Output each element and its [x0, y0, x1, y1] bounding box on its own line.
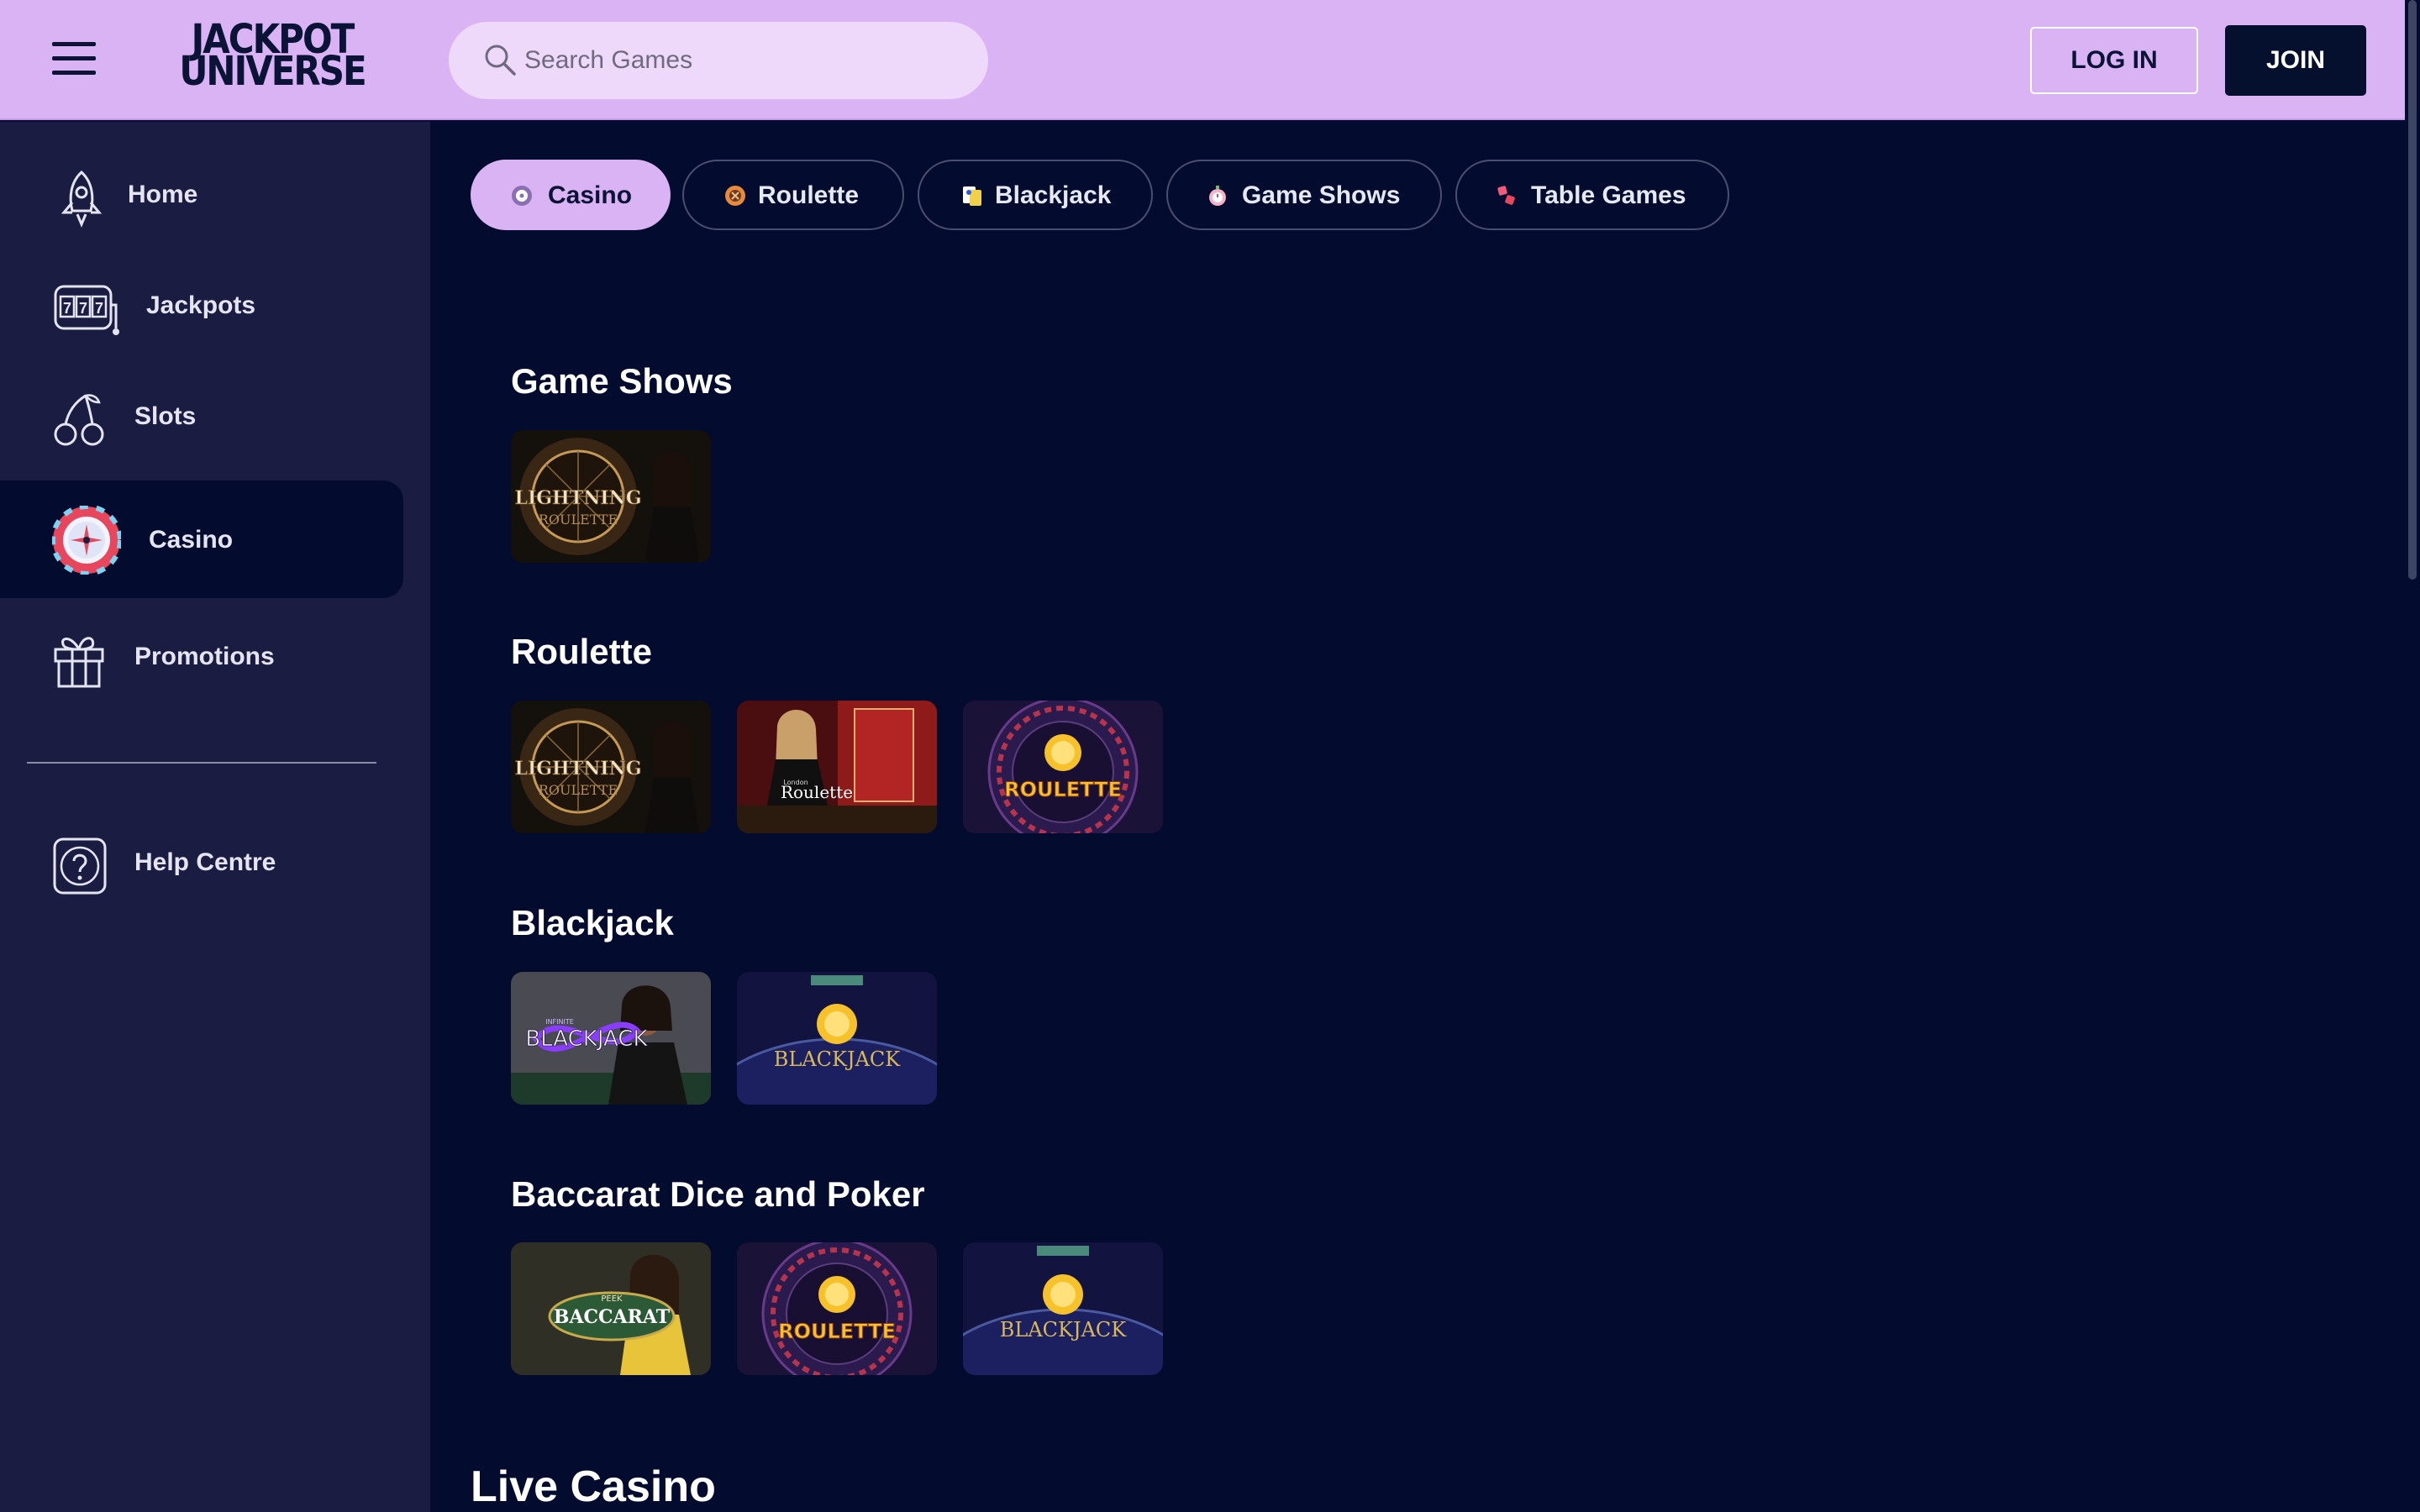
cards-icon [963, 186, 981, 206]
section-title-blackjack: Blackjack [511, 903, 674, 942]
sidebar-item-promotions[interactable]: Promotions [0, 601, 403, 718]
section-title-roulette: Roulette [511, 632, 652, 671]
sidebar: Home 7 7 7 Jackpots Slots Casino Promoti… [0, 122, 430, 1512]
sidebar-item-casino[interactable]: Casino [0, 480, 403, 598]
game-art-text: BACCARAT [554, 1306, 671, 1328]
game-art-text: BLACKJACK [525, 1026, 648, 1052]
tab-roulette[interactable]: Roulette [682, 160, 904, 230]
svg-text:7: 7 [95, 300, 103, 317]
tab-game-shows[interactable]: Game Shows [1166, 160, 1442, 230]
dice-icon [1497, 186, 1515, 205]
game-tile-blackjack[interactable]: BLACKJACK [737, 972, 937, 1105]
sidebar-divider [27, 762, 376, 764]
search-bar[interactable] [449, 22, 988, 99]
logo-line-2: UNIVERSE [179, 47, 366, 95]
section-title-live-casino: Live Casino [471, 1462, 716, 1511]
section-title-baccarat-dice-poker: Baccarat Dice and Poker [511, 1174, 925, 1214]
game-art-subtext: ROULETTE [539, 782, 618, 798]
svg-text:7: 7 [63, 300, 71, 317]
roulette-chip-icon [725, 186, 745, 206]
help-icon [53, 837, 107, 895]
menu-icon[interactable] [52, 42, 96, 76]
sidebar-item-label: Casino [149, 526, 234, 554]
top-header: JACKPOT UNIVERSE LOG IN JOIN [0, 0, 2420, 120]
game-art-subtext: ROULETTE [539, 512, 618, 528]
tab-casino[interactable]: Casino [471, 160, 671, 230]
svg-text:7: 7 [79, 300, 87, 317]
game-tile-roulette[interactable]: ROULETTE [737, 1242, 937, 1375]
stopwatch-icon [1209, 186, 1226, 206]
roulette-wheel-icon [52, 506, 121, 575]
sidebar-item-label: Help Centre [134, 848, 276, 876]
sidebar-item-help-centre[interactable]: Help Centre [0, 806, 403, 924]
sidebar-item-jackpots[interactable]: 7 7 7 Jackpots [0, 249, 403, 367]
game-art-text: LIGHTNING [514, 758, 641, 780]
sidebar-item-label: Jackpots [146, 291, 256, 319]
game-art-text: Roulette [781, 782, 853, 802]
section-title-game-shows: Game Shows [511, 361, 733, 401]
slot-machine-icon: 7 7 7 [54, 285, 119, 335]
roulette-icon [512, 186, 532, 206]
game-art-text: BLACKJACK [1000, 1318, 1128, 1341]
game-tile-lightning-roulette[interactable]: LIGHTNING ROULETTE [511, 430, 711, 563]
tab-label: Game Shows [1242, 181, 1401, 209]
game-art-text: BLACKJACK [774, 1047, 902, 1071]
game-art-subtext: INFINITE [545, 1018, 574, 1026]
tab-label: Blackjack [995, 181, 1112, 209]
game-tile-peek-baccarat[interactable]: PEEK BACCARAT [511, 1242, 711, 1375]
gift-icon [54, 637, 104, 688]
game-art-text: LIGHTNING [514, 487, 641, 509]
tab-label: Roulette [758, 181, 859, 209]
game-tile-london-roulette[interactable]: London Roulette [737, 701, 937, 833]
sidebar-item-home[interactable]: Home [0, 139, 403, 256]
game-art-text: ROULETTE [1004, 778, 1122, 801]
game-tile-blackjack[interactable]: BLACKJACK [963, 1242, 1163, 1375]
rocket-icon [60, 170, 103, 228]
tab-blackjack[interactable]: Blackjack [918, 160, 1153, 230]
search-input[interactable] [524, 22, 961, 99]
game-tile-infinite-blackjack[interactable]: BLACKJACK INFINITE [511, 972, 711, 1105]
join-button[interactable]: JOIN [2225, 25, 2366, 96]
logo[interactable]: JACKPOT UNIVERSE [146, 18, 398, 96]
game-tile-roulette[interactable]: ROULETTE [963, 701, 1163, 833]
game-art-text: ROULETTE [778, 1320, 896, 1343]
sidebar-item-label: Promotions [134, 643, 275, 670]
game-art-subtext: PEEK [601, 1294, 623, 1304]
sidebar-item-slots[interactable]: Slots [0, 360, 403, 478]
sidebar-item-label: Home [128, 181, 198, 208]
cherries-icon [54, 394, 104, 446]
search-icon [485, 45, 516, 76]
tab-table-games[interactable]: Table Games [1455, 160, 1729, 230]
login-button[interactable]: LOG IN [2030, 27, 2198, 94]
tab-label: Casino [548, 181, 633, 209]
game-tile-lightning-roulette[interactable]: LIGHTNING ROULETTE [511, 701, 711, 833]
scrollbar-thumb[interactable] [2408, 0, 2417, 580]
sidebar-item-label: Slots [134, 402, 197, 430]
tab-label: Table Games [1531, 181, 1686, 209]
